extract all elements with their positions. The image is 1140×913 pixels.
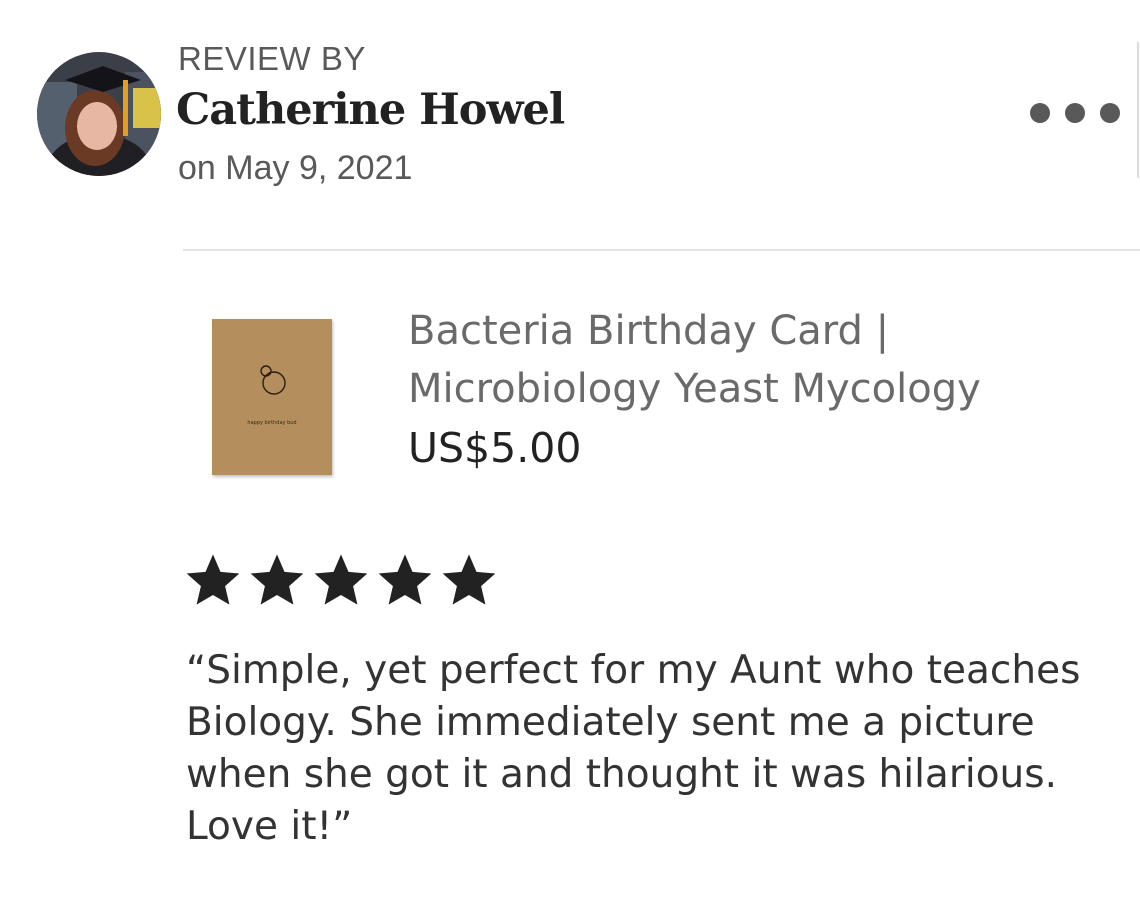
panel-edge <box>1137 42 1139 178</box>
star-rating <box>184 553 498 609</box>
star-icon <box>376 553 434 609</box>
more-options-icon-dot <box>1100 103 1120 123</box>
divider <box>183 249 1140 251</box>
bacteria-illustration <box>260 365 286 395</box>
star-icon <box>312 553 370 609</box>
review-text: “Simple, yet perfect for my Aunt who tea… <box>186 648 1081 849</box>
star-icon <box>248 553 306 609</box>
review-date: on May 9, 2021 <box>178 149 413 187</box>
star-icon <box>184 553 242 609</box>
product-title-link[interactable]: Bacteria Birthday Card | Microbiology Ye… <box>408 302 1108 418</box>
more-options-icon-dot <box>1065 103 1085 123</box>
product-image-caption: happy birthday bud <box>247 420 297 426</box>
review-by-label: REVIEW BY <box>178 40 366 77</box>
reviewer-name[interactable]: Catherine Howel <box>176 84 565 136</box>
product-thumbnail[interactable]: happy birthday bud <box>212 319 332 475</box>
more-options-icon <box>1030 103 1050 123</box>
star-icon <box>440 553 498 609</box>
product-price: US$5.00 <box>408 424 582 472</box>
more-options-button[interactable] <box>1030 96 1120 130</box>
reviewer-avatar[interactable] <box>37 52 161 176</box>
